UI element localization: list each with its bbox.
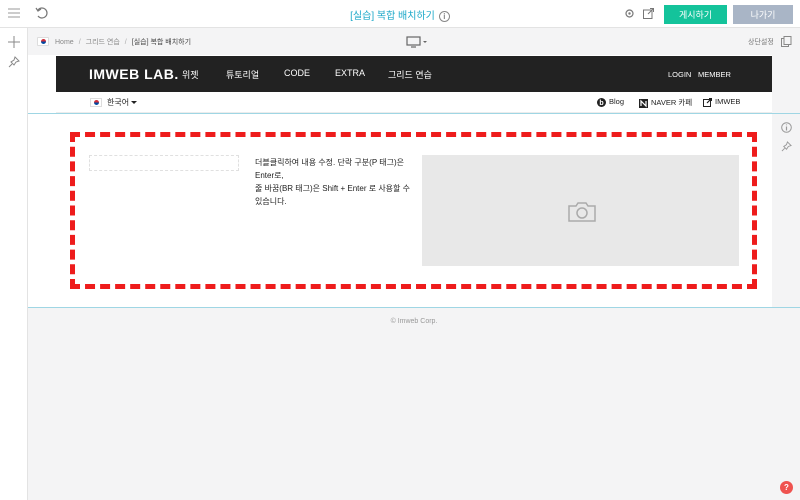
blog-link[interactable]: b Blog (597, 97, 624, 107)
footer-copyright: © Imweb Corp. (390, 318, 438, 325)
language-bar: 한국어 b Blog NAVER 카페 IMWEB (56, 92, 772, 113)
exit-button[interactable]: 나가기 (733, 5, 793, 24)
korea-flag-icon (90, 98, 102, 107)
left-rail (0, 28, 28, 500)
svg-text:b: b (599, 100, 603, 107)
gear-icon[interactable] (624, 8, 635, 19)
page-title-text: [실습] 복합 배치하기 (350, 11, 435, 22)
external-link-icon[interactable] (643, 8, 654, 19)
external-link-icon (703, 97, 712, 107)
add-icon[interactable] (8, 36, 20, 48)
naver-icon (639, 98, 648, 108)
login-link[interactable]: LOGIN (668, 70, 691, 79)
breadcrumb-bar: Home / 그리드 연습 / [실습] 복합 배치하기 상단설정 (28, 28, 800, 55)
publish-button[interactable]: 게시하기 (664, 5, 727, 24)
blog-label: Blog (609, 97, 625, 106)
info-icon[interactable]: i (438, 10, 450, 22)
naver-cafe-link[interactable]: NAVER 카페 (639, 97, 692, 108)
copy-icon[interactable] (781, 36, 792, 47)
section-guide-line (28, 307, 800, 308)
nav-item-widget[interactable]: 위젯 (182, 68, 199, 81)
breadcrumb: Home / 그리드 연습 / [실습] 복합 배치하기 (55, 37, 191, 47)
member-link[interactable]: MEMBER (698, 70, 731, 79)
desktop-view-icon[interactable] (406, 36, 428, 48)
breadcrumb-grid[interactable]: 그리드 연습 (86, 39, 120, 46)
top-setting-link[interactable]: 상단설정 (748, 37, 774, 47)
breadcrumb-home[interactable]: Home (55, 39, 74, 46)
language-select[interactable]: 한국어 (107, 97, 129, 108)
site-logo[interactable]: IMWEB LAB. (89, 66, 179, 82)
camera-icon (568, 202, 596, 222)
korea-flag-icon (37, 37, 49, 46)
pin-icon[interactable] (8, 56, 20, 68)
breadcrumb-separator: / (78, 39, 81, 46)
nav-item-extra[interactable]: EXTRA (335, 68, 365, 78)
caret-down-icon[interactable] (131, 101, 137, 104)
text-line: 줄 바꿈(BR 태그)은 Shift + Enter 로 사용할 수 있습니다. (255, 184, 410, 206)
blog-icon: b (597, 97, 606, 107)
info-icon[interactable] (781, 122, 792, 133)
section-tools (781, 122, 792, 152)
text-line: 더블클릭하여 내용 수정. 단락 구분(P 태그)은 Enter로, (255, 158, 404, 180)
empty-widget-placeholder[interactable] (89, 155, 239, 171)
nav-item-grid[interactable]: 그리드 연습 (388, 68, 432, 81)
breadcrumb-separator: / (124, 39, 127, 46)
nav-item-code[interactable]: CODE (284, 68, 310, 78)
pin-icon[interactable] (781, 141, 792, 152)
breadcrumb-current: [실습] 복합 배치하기 (131, 39, 192, 46)
site-header[interactable]: IMWEB LAB. 위젯 튜토리얼 CODE EXTRA 그리드 연습 LOG… (56, 56, 772, 92)
nav-item-tutorial[interactable]: 튜토리얼 (226, 68, 259, 81)
text-widget[interactable]: 더블클릭하여 내용 수정. 단락 구분(P 태그)은 Enter로, 줄 바꿈(… (255, 156, 415, 208)
naver-cafe-label: NAVER 카페 (651, 98, 693, 107)
image-placeholder[interactable] (422, 155, 739, 266)
help-button[interactable]: ? (780, 481, 793, 494)
section-guide-line (28, 113, 800, 114)
editor-toolbar: [실습] 복합 배치하기 i 게시하기 나가기 (0, 0, 800, 28)
imweb-label: IMWEB (715, 97, 741, 106)
imweb-link[interactable]: IMWEB (703, 97, 740, 107)
